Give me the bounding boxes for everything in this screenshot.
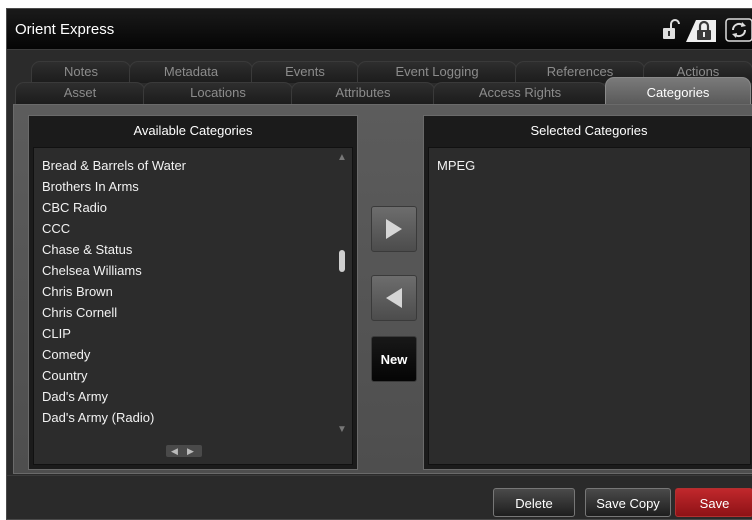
list-item[interactable]: Dad's Army xyxy=(42,389,108,404)
scroll-left-icon[interactable]: ◀ xyxy=(171,445,178,457)
list-item[interactable]: CBC Radio xyxy=(42,200,107,215)
padlock-unlocked-icon[interactable] xyxy=(661,18,681,42)
add-category-button[interactable] xyxy=(371,206,417,252)
tab-event-logging[interactable]: Event Logging xyxy=(357,61,517,83)
list-item[interactable]: Comedy xyxy=(42,347,90,362)
scroll-down-icon[interactable]: ▼ xyxy=(337,424,347,436)
list-item[interactable]: Bread & Barrels of Water xyxy=(42,158,186,173)
categories-panel: Available Categories Bread & Barrels of … xyxy=(13,104,752,474)
arrow-left-icon xyxy=(386,288,402,308)
tab-locations[interactable]: Locations xyxy=(143,82,293,104)
list-item[interactable]: Dad's Army (Radio) xyxy=(42,410,154,425)
scroll-right-icon[interactable]: ▶ xyxy=(187,445,194,457)
list-item[interactable]: MPEG xyxy=(437,158,475,173)
tab-metadata[interactable]: Metadata xyxy=(129,61,253,83)
horizontal-scrollbar[interactable]: ◀ ▶ xyxy=(166,445,202,457)
asset-editor-window: Orient Express Notes Metadata Events Eve… xyxy=(6,8,752,520)
tab-attributes[interactable]: Attributes xyxy=(291,82,435,104)
tab-asset[interactable]: Asset xyxy=(15,82,145,104)
refresh-icon[interactable] xyxy=(725,18,752,42)
list-item[interactable]: CCC xyxy=(42,221,70,236)
list-item[interactable]: Chase & Status xyxy=(42,242,132,257)
list-item[interactable]: CLIP xyxy=(42,326,71,341)
tab-categories[interactable]: Categories xyxy=(605,77,751,104)
tab-notes[interactable]: Notes xyxy=(31,61,131,83)
tab-row-front: Asset Locations Attributes Access Rights… xyxy=(7,77,752,104)
arrow-right-icon xyxy=(386,219,402,239)
tab-access-rights[interactable]: Access Rights xyxy=(433,82,607,104)
window-title: Orient Express xyxy=(15,21,115,38)
available-categories-panel: Available Categories Bread & Barrels of … xyxy=(28,115,358,470)
remove-category-button[interactable] xyxy=(371,275,417,321)
list-item[interactable]: Country xyxy=(42,368,88,383)
list-item[interactable]: Chelsea Williams xyxy=(42,263,142,278)
tab-events[interactable]: Events xyxy=(251,61,359,83)
selected-categories-panel: Selected Categories MPEG xyxy=(423,115,752,470)
list-item[interactable]: Brothers In Arms xyxy=(42,179,139,194)
list-item[interactable]: Chris Cornell xyxy=(42,305,117,320)
available-categories-header: Available Categories xyxy=(133,123,253,138)
selected-categories-list[interactable]: MPEG xyxy=(428,147,751,465)
padlock-locked-icon[interactable] xyxy=(683,18,717,42)
footer-bar: Delete Save Copy Save xyxy=(7,475,752,519)
save-button[interactable]: Save xyxy=(675,488,752,517)
selected-categories-header: Selected Categories xyxy=(530,123,648,138)
delete-button[interactable]: Delete xyxy=(493,488,575,517)
list-item[interactable]: Chris Brown xyxy=(42,284,113,299)
vertical-scrollbar[interactable]: ▲ ▼ xyxy=(336,152,348,436)
save-copy-button[interactable]: Save Copy xyxy=(585,488,671,517)
available-categories-list[interactable]: Bread & Barrels of Water Brothers In Arm… xyxy=(33,147,353,465)
title-bar: Orient Express xyxy=(7,9,752,50)
scrollbar-thumb[interactable] xyxy=(339,249,345,272)
new-category-button[interactable]: New xyxy=(371,336,417,382)
scroll-up-icon[interactable]: ▲ xyxy=(337,152,347,164)
